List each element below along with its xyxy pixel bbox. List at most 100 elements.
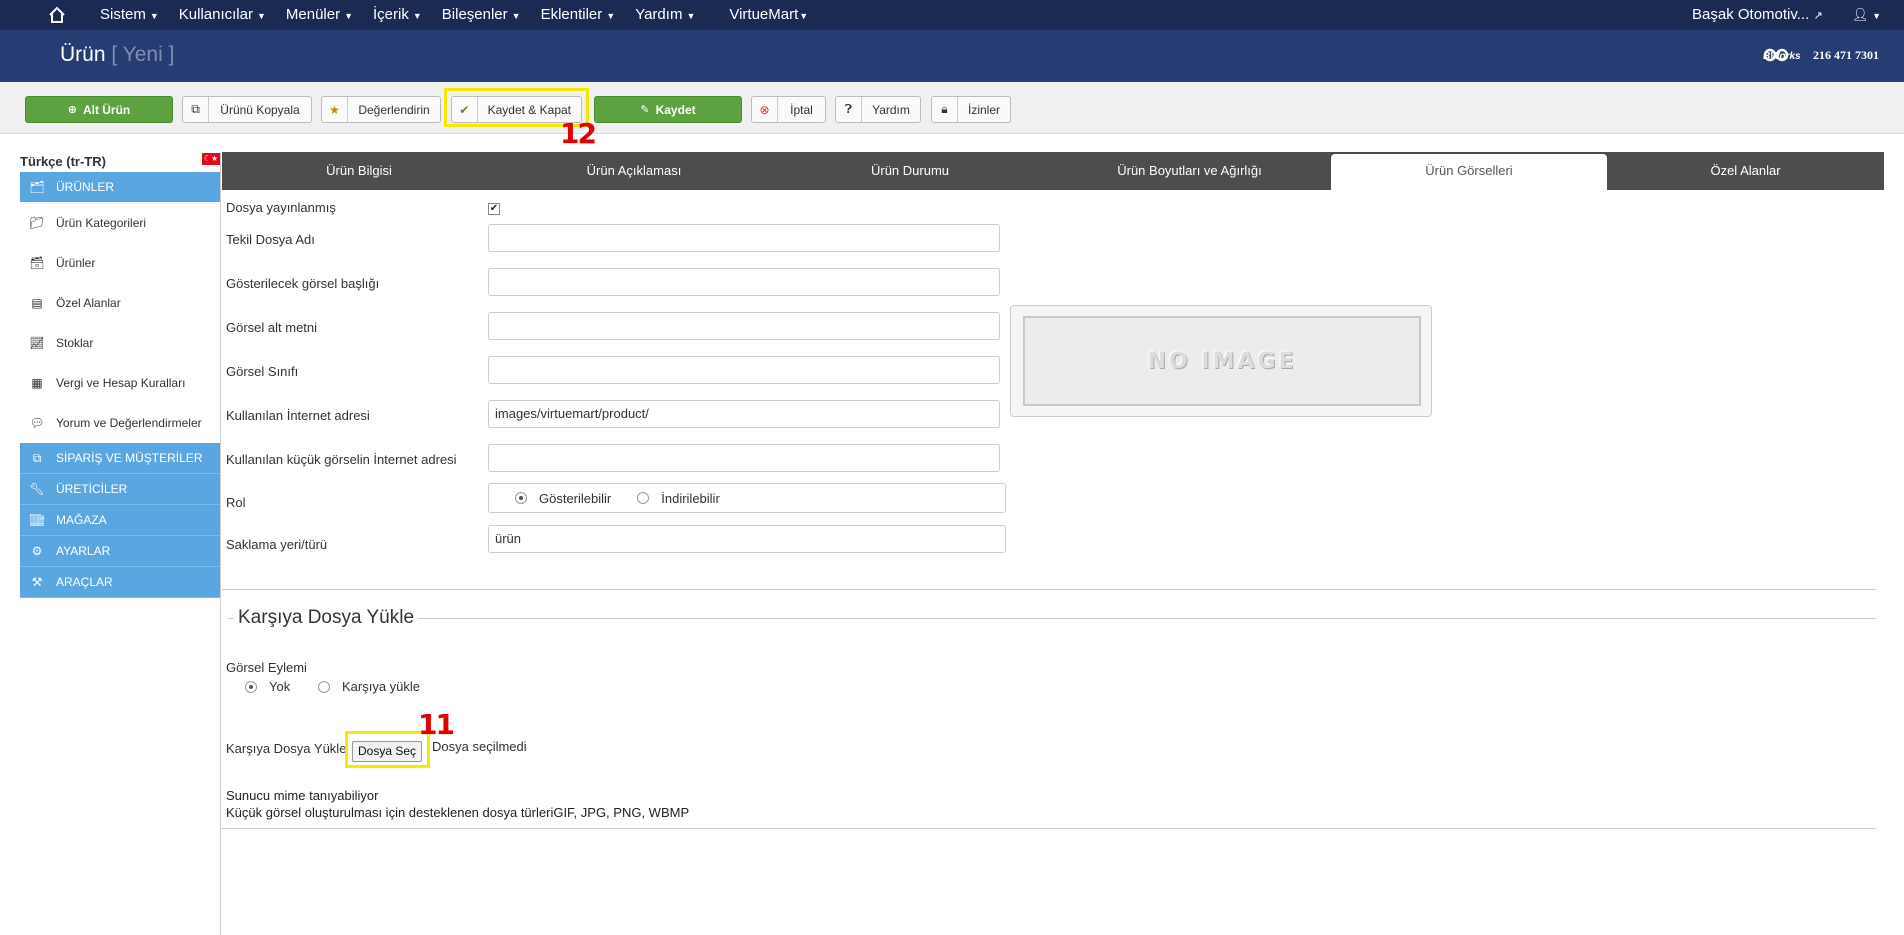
sidebar-section-label: ARAÇLAR — [56, 575, 113, 589]
menu-label: İçerik — [373, 6, 409, 23]
tab-label: Özel Alanlar — [1710, 163, 1781, 178]
sidebar-item-urun-kategorileri[interactable]: 📁︎ Ürün Kategorileri — [20, 203, 220, 243]
tab-urun-durumu[interactable]: Ürün Durumu — [772, 152, 1048, 190]
edit-icon: ✎ — [640, 104, 650, 116]
tab-urun-gorselleri[interactable]: Ürün Görselleri — [1331, 154, 1607, 190]
thumb-url-input[interactable] — [488, 444, 1000, 472]
sidebar-item-label: Stoklar — [56, 336, 94, 350]
sidebar-section-ayarlar[interactable]: ⚙︎ AYARLAR — [20, 536, 220, 567]
menu-label: Menüler — [285, 6, 341, 23]
alt-urun-button[interactable]: ⊕ Alt Ürün — [25, 96, 173, 123]
caret-down-icon: ▼ — [686, 11, 696, 21]
sidebar-item-stoklar[interactable]: 📈︎ Stoklar — [20, 323, 220, 363]
sidebar-item-yorum[interactable]: 💬︎ Yorum ve Değerlendirmeler — [20, 403, 220, 443]
sidebar-item-urunler[interactable]: 🗃︎ Ürünler — [20, 243, 220, 283]
radio-label: Karşıya yükle — [342, 679, 421, 694]
izinler-button[interactable]: 🔒︎ İzinler — [931, 96, 1011, 123]
url-label: Kullanılan İnternet adresi — [226, 408, 370, 423]
radio-button[interactable] — [515, 492, 527, 504]
title-text: Ürün — [60, 43, 106, 66]
sidebar-section-araclar[interactable]: ⚒︎ ARAÇLAR — [20, 567, 220, 598]
sidebar-item-ozel-alanlar[interactable]: ▤ Özel Alanlar — [20, 283, 220, 323]
iptal-button[interactable]: ⊗ İptal — [751, 96, 826, 123]
button-label: Yardım — [872, 102, 910, 117]
home-icon[interactable] — [48, 6, 66, 24]
tab-ozel-alanlar[interactable]: Özel Alanlar — [1607, 152, 1884, 190]
button-label: Değerlendirin — [358, 102, 430, 117]
toolbar: ⊕ Alt Ürün ⧉ Ürünü Kopyala ★ Değerlendirin … — [0, 82, 1904, 134]
tab-label: Ürün Görselleri — [1425, 163, 1513, 178]
site-name: Başak Otomotiv... — [1692, 6, 1810, 23]
url-input[interactable]: images/virtuemart/product/ — [488, 400, 1000, 428]
degerlendirin-button[interactable]: ★ Değerlendirin — [321, 96, 441, 123]
section-divider — [222, 589, 1876, 590]
page-header: Ürün [ Yeni ] BWorks 216 471 7301 — [0, 30, 1904, 82]
menu-label: Kullanıcılar — [178, 6, 253, 23]
kaydet-button[interactable]: ✎ Kaydet — [594, 96, 742, 123]
urunu-kopyala-button[interactable]: ⧉ Ürünü Kopyala — [182, 96, 312, 123]
menu-label: VirtueMart — [729, 6, 799, 23]
role-label: Rol — [226, 495, 246, 510]
image-title-input[interactable] — [488, 268, 1000, 296]
star-icon: ★ — [322, 97, 348, 122]
sidebar-item-label: Özel Alanlar — [56, 296, 121, 310]
alt-text-input[interactable] — [488, 312, 1000, 340]
user-icon: 👤︎ — [1852, 7, 1869, 22]
role-option-gosterilebilir[interactable]: Gösterilebilir — [515, 491, 611, 506]
caret-down-icon: ▼ — [511, 11, 521, 21]
sidebar-section-magaza[interactable]: 🏬︎ MAĞAZA — [20, 505, 220, 536]
wrench-icon: 🔧︎ — [29, 482, 45, 496]
published-checkbox[interactable]: ✔ — [488, 203, 500, 215]
menu-eklentiler[interactable]: Eklentiler ▼ — [531, 0, 626, 30]
external-link-icon: ↗ — [1813, 10, 1823, 22]
user-menu[interactable]: 👤︎ ▼ — [1852, 0, 1881, 31]
sidebar-section-ureticiler[interactable]: 🔧︎ ÜRETİCİLER — [20, 474, 220, 505]
role-radio-group: Gösterilebilir İndirilebilir — [488, 483, 1006, 513]
tab-urun-aciklamasi[interactable]: Ürün Açıklaması — [496, 152, 772, 190]
menu-menuler[interactable]: Menüler ▼ — [276, 0, 363, 30]
sidebar-section-urunler[interactable]: 🗂︎ ÜRÜNLER — [20, 172, 220, 203]
fieldset-border — [228, 618, 1876, 619]
menu-sistem[interactable]: Sistem ▼ — [90, 0, 169, 30]
unique-name-input[interactable] — [488, 224, 1000, 252]
products-icon: 🗂︎ — [29, 180, 45, 194]
menu-icerik[interactable]: İçerik ▼ — [363, 0, 432, 30]
action-option-yok[interactable]: Yok — [245, 679, 290, 694]
radio-button[interactable] — [637, 492, 650, 504]
sidebar-item-vergi[interactable]: ▦ Vergi ve Hesap Kuralları — [20, 363, 220, 403]
unique-name-label: Tekil Dosya Adı — [226, 232, 315, 247]
storage-label: Saklama yeri/türü — [226, 537, 328, 552]
sidebar-section-label: SİPARİŞ VE MÜŞTERİLER — [56, 451, 203, 465]
yardim-button[interactable]: ❓︎ Yardım — [835, 96, 921, 123]
main-menu: Sistem ▼ Kullanıcılar ▼ Menüler ▼ İçerik ▼ B… — [90, 0, 818, 30]
button-label: Kaydet — [655, 102, 696, 117]
menu-bilesenler[interactable]: Bileşenler ▼ — [432, 0, 531, 30]
menu-yardim[interactable]: Yardım ▼ — [625, 0, 705, 30]
caret-down-icon: ▼ — [799, 11, 809, 21]
menu-label: Eklentiler — [540, 6, 603, 23]
folder-icon: 📁︎ — [29, 216, 45, 230]
role-option-indirilebilir[interactable]: İndirilebilir — [637, 491, 720, 506]
button-label: İptal — [790, 102, 813, 117]
thumb-url-label: Kullanılan küçük görselin İnternet adres… — [226, 452, 457, 467]
action-option-karsiya-yukle[interactable]: Karşıya yükle — [318, 679, 420, 694]
site-link[interactable]: Başak Otomotiv... ↗ — [1692, 0, 1823, 31]
tab-urun-boyutlari[interactable]: Ürün Boyutları ve Ağırlığı — [1048, 152, 1331, 190]
menu-label: Yardım — [635, 6, 683, 23]
caret-down-icon: ▼ — [412, 11, 422, 21]
no-image-text: NO IMAGE — [1147, 348, 1297, 374]
radio-button[interactable] — [318, 680, 330, 693]
caret-down-icon: ▼ — [1872, 11, 1882, 21]
menu-virtuemart[interactable]: VirtueMart▼ — [719, 0, 818, 30]
menu-kullanicilar[interactable]: Kullanıcılar ▼ — [169, 0, 276, 30]
button-label: İzinler — [967, 102, 1000, 117]
radio-button[interactable] — [245, 680, 257, 693]
tab-urun-bilgisi[interactable]: Ürün Bilgisi — [222, 152, 496, 190]
image-class-input[interactable] — [488, 356, 1000, 384]
sidebar-section-siparis[interactable]: ⧉ SİPARİŞ VE MÜŞTERİLER — [20, 443, 220, 474]
sidebar: 🗂︎ ÜRÜNLER 📁︎ Ürün Kategorileri 🗃︎ Ürünler … — [20, 172, 220, 598]
brand-logo-text: BWorks — [1763, 51, 1801, 62]
plus-circle-icon: ⊕ — [67, 104, 77, 116]
storage-input[interactable]: ürün — [488, 525, 1006, 553]
caret-down-icon: ▼ — [606, 11, 616, 21]
